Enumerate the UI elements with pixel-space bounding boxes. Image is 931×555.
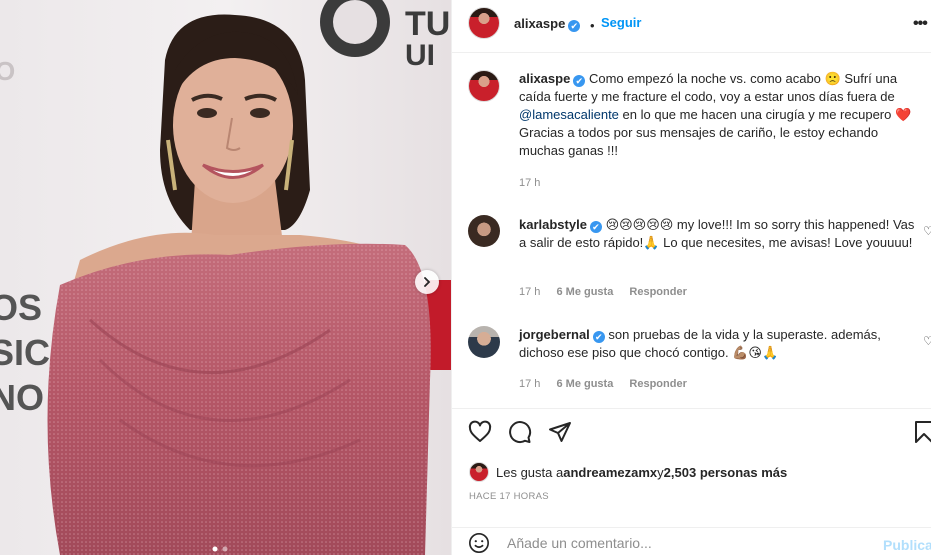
- comment-username[interactable]: jorgebernal: [519, 327, 590, 342]
- comment-time[interactable]: 17 h: [519, 286, 540, 298]
- caption-meta: 17 h: [519, 177, 553, 189]
- verified-badge-icon: ✔: [568, 20, 581, 32]
- verified-badge-icon: ✔: [589, 221, 602, 233]
- likes-count[interactable]: 2,503 personas más: [664, 465, 788, 480]
- post-actions: Les gusta a andreamezamx y 2,503 persona…: [452, 408, 931, 555]
- likes-prefix: Les gusta a: [496, 464, 564, 480]
- svg-text:TU: TU: [405, 5, 450, 43]
- comment-meta: 17 h 6 Me gusta Responder: [519, 286, 700, 298]
- comment-likes[interactable]: 6 Me gusta: [556, 286, 613, 298]
- caption-mention[interactable]: @lamesacaliente: [519, 107, 619, 122]
- likes-user[interactable]: andreamezamx: [563, 465, 657, 480]
- smiley-icon[interactable]: [468, 532, 490, 555]
- add-comment-bar: Publicar: [452, 527, 931, 555]
- verified-badge-icon: ✔: [573, 75, 586, 87]
- post-sidebar: alixaspe ✔ • Seguir ••• alixaspe ✔ Como em…: [451, 0, 931, 555]
- svg-text:SIC: SIC: [0, 332, 50, 373]
- comment-like-heart-icon[interactable]: ♡: [923, 334, 931, 348]
- comment-like-heart-icon[interactable]: ♡: [923, 224, 931, 238]
- author-name-group: alixaspe ✔: [514, 16, 581, 32]
- comment-meta: 17 h 6 Me gusta Responder: [519, 378, 700, 390]
- post-header: alixaspe ✔ • Seguir •••: [452, 0, 931, 53]
- chevron-right-icon: [424, 277, 431, 287]
- next-photo-button[interactable]: [415, 270, 439, 294]
- photo-illustration: TU UI O OS SIC NO: [0, 0, 451, 555]
- comment-username[interactable]: karlabstyle: [519, 217, 587, 232]
- heart-icon[interactable]: [468, 420, 492, 447]
- send-icon[interactable]: [548, 420, 572, 447]
- follow-button[interactable]: Seguir: [601, 15, 641, 30]
- reply-button[interactable]: Responder: [629, 286, 686, 298]
- reply-button[interactable]: Responder: [629, 378, 686, 390]
- comment-body: jorgebernal ✔ son pruebas de la vida y la…: [519, 326, 919, 362]
- comment-likes[interactable]: 6 Me gusta: [556, 378, 613, 390]
- header-separator: •: [590, 18, 595, 33]
- caption-avatar[interactable]: [468, 70, 500, 102]
- comment-body: karlabstyle ✔ 😢😢😢😢😢 my love!!! Im so sorr…: [519, 216, 919, 252]
- caption-time[interactable]: 17 h: [519, 177, 540, 189]
- svg-text:UI: UI: [405, 39, 435, 72]
- caption-username[interactable]: alixaspe: [519, 71, 570, 86]
- author-username[interactable]: alixaspe: [514, 16, 565, 31]
- comment-input[interactable]: [507, 535, 867, 551]
- svg-text:NO: NO: [0, 377, 44, 418]
- liker-avatar[interactable]: [469, 462, 489, 482]
- verified-badge-icon: ✔: [592, 331, 605, 343]
- caption: alixaspe ✔ Como empezó la noche vs. como …: [519, 70, 919, 160]
- post-timestamp[interactable]: HACE 17 HORAS: [469, 491, 549, 502]
- comment-icon[interactable]: [508, 420, 532, 447]
- comment-avatar[interactable]: [468, 326, 500, 358]
- svg-text:O: O: [0, 56, 15, 86]
- bookmark-icon[interactable]: [914, 420, 931, 447]
- comment-time[interactable]: 17 h: [519, 378, 540, 390]
- post-photo[interactable]: TU UI O OS SIC NO: [0, 0, 451, 555]
- comments-list[interactable]: alixaspe ✔ Como empezó la noche vs. como …: [452, 54, 931, 408]
- author-avatar[interactable]: [468, 7, 500, 39]
- comment-avatar[interactable]: [468, 215, 500, 247]
- likes-summary: Les gusta a andreamezamx y 2,503 persona…: [469, 462, 787, 482]
- publish-button[interactable]: Publicar: [883, 537, 931, 553]
- more-options-icon[interactable]: •••: [913, 15, 928, 33]
- svg-text:OS: OS: [0, 287, 42, 328]
